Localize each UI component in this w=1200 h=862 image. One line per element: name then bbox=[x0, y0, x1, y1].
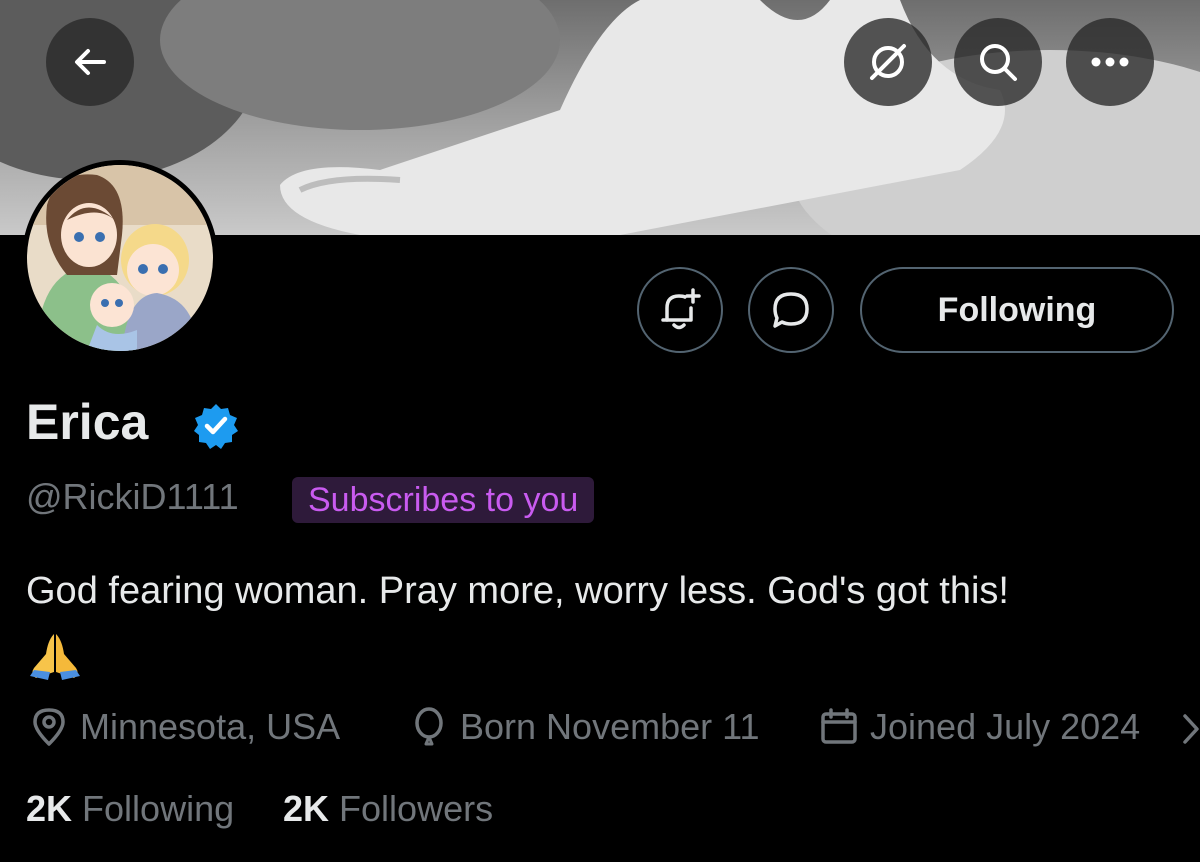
bell-plus-icon bbox=[661, 288, 701, 330]
verified-badge-icon bbox=[194, 404, 238, 449]
search-icon bbox=[980, 44, 1017, 81]
avatar[interactable] bbox=[22, 160, 218, 356]
more-button[interactable] bbox=[1066, 18, 1154, 106]
birthday-info: Born November 11 bbox=[408, 706, 759, 748]
following-stat[interactable]: 2K Following bbox=[26, 788, 234, 830]
profile-name: Erica bbox=[26, 394, 149, 450]
joined-info: Joined July 2024 bbox=[818, 706, 1140, 748]
back-button[interactable] bbox=[46, 18, 134, 106]
following-label: Following bbox=[82, 788, 235, 829]
followers-count: 2K bbox=[283, 788, 330, 829]
praying-hands-emoji bbox=[30, 634, 80, 680]
profile-bio: God fearing woman. Pray more, worry less… bbox=[26, 570, 1009, 612]
birthday-text: Born November 11 bbox=[460, 706, 760, 747]
joined-text: Joined July 2024 bbox=[870, 706, 1141, 747]
followers-stat[interactable]: 2K Followers bbox=[283, 788, 493, 830]
notify-button[interactable] bbox=[637, 267, 723, 353]
calendar-icon bbox=[821, 708, 857, 744]
location-info: Minnesota, USA bbox=[28, 706, 340, 748]
search-button[interactable] bbox=[954, 18, 1042, 106]
following-button[interactable]: Following bbox=[860, 267, 1174, 353]
followers-label: Followers bbox=[339, 788, 494, 829]
subscribes-badge: Subscribes to you bbox=[292, 477, 595, 523]
balloon-icon bbox=[415, 707, 443, 746]
message-button[interactable] bbox=[748, 267, 834, 353]
location-text: Minnesota, USA bbox=[80, 706, 341, 747]
slashed-circle-icon bbox=[870, 44, 906, 80]
mute-button[interactable] bbox=[844, 18, 932, 106]
back-arrow-icon bbox=[75, 49, 106, 75]
avatar-illustration bbox=[27, 165, 213, 351]
following-count: 2K bbox=[26, 788, 73, 829]
chevron-right-icon[interactable] bbox=[1182, 712, 1200, 746]
more-dots-icon bbox=[1091, 57, 1129, 67]
profile-handle: @RickiD1111 bbox=[26, 476, 239, 517]
chat-bubble-icon bbox=[773, 292, 809, 328]
location-pin-icon bbox=[33, 708, 65, 746]
